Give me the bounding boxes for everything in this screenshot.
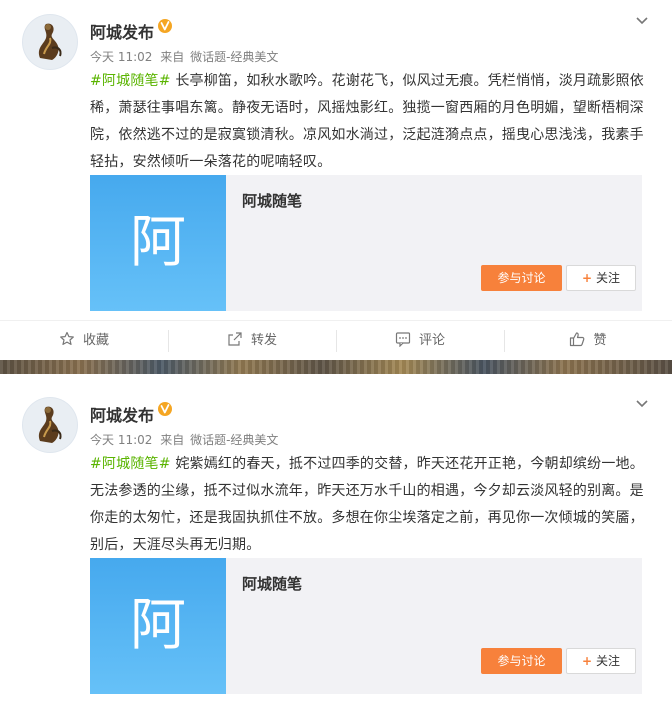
- comment-icon: [395, 332, 411, 348]
- thumbs-up-icon: [570, 332, 585, 347]
- chevron-down-icon[interactable]: [634, 12, 650, 28]
- post-text: #阿城随笔# 姹紫嫣红的春天，抵不过四季的交替，昨天还花开正艳，今朝却缤纷一地。…: [90, 451, 656, 559]
- join-discussion-button[interactable]: 参与讨论: [481, 648, 562, 674]
- avatar[interactable]: [22, 14, 78, 70]
- verified-icon: [157, 18, 173, 34]
- favorite-label: 收藏: [82, 333, 109, 348]
- source-prefix: 来自: [160, 433, 185, 447]
- username[interactable]: 阿城发布: [90, 402, 154, 426]
- chevron-down-icon[interactable]: [634, 395, 650, 411]
- like-button[interactable]: 赞: [504, 321, 672, 361]
- topic-thumbnail-char: 阿: [130, 593, 186, 658]
- action-bar: 收藏 转发 评论 赞: [0, 320, 672, 361]
- follow-button[interactable]: + 关注: [566, 648, 636, 674]
- plus-icon: +: [581, 271, 593, 285]
- comment-label: 评论: [418, 333, 445, 348]
- post-meta: 今天 11:02 来自 微话题-经典美文: [90, 431, 278, 448]
- post-text: #阿城随笔# 长亭柳笛，如秋水歌吟。花谢花飞，似风过无痕。凭栏悄悄，淡月疏影照依…: [90, 68, 656, 176]
- repost-label: 转发: [250, 333, 277, 348]
- follow-button[interactable]: + 关注: [566, 265, 636, 291]
- comment-button[interactable]: 评论: [336, 321, 504, 361]
- topic-thumbnail-char: 阿: [130, 210, 186, 275]
- post-time[interactable]: 今天 11:02: [90, 50, 152, 64]
- hashtag-link[interactable]: #阿城随笔#: [90, 456, 171, 472]
- weibo-post-2: 阿城发布 今天 11:02 来自 微话题-经典美文 #阿城随笔# 姹紫嫣红的春天…: [0, 383, 672, 703]
- post-source[interactable]: 微话题-经典美文: [190, 50, 278, 64]
- hashtag-link[interactable]: #阿城随笔#: [90, 73, 171, 89]
- post-body: 长亭柳笛，如秋水歌吟。花谢花飞，似风过无痕。凭栏悄悄，淡月疏影照依稀，萧瑟往事唱…: [90, 73, 644, 170]
- avatar[interactable]: [22, 397, 78, 453]
- verified-icon: [157, 401, 173, 417]
- plus-icon: +: [581, 654, 593, 668]
- post-meta: 今天 11:02 来自 微话题-经典美文: [90, 48, 278, 65]
- repost-button[interactable]: 转发: [168, 321, 336, 361]
- post-source[interactable]: 微话题-经典美文: [190, 433, 278, 447]
- post-time[interactable]: 今天 11:02: [90, 433, 152, 447]
- background-image-strip: [0, 360, 672, 374]
- source-prefix: 来自: [160, 50, 185, 64]
- join-discussion-button[interactable]: 参与讨论: [481, 265, 562, 291]
- topic-thumbnail[interactable]: 阿: [90, 558, 226, 694]
- topic-title[interactable]: 阿城随笔: [242, 190, 302, 211]
- topic-card[interactable]: 阿 阿城随笔 参与讨论 + 关注: [90, 558, 642, 694]
- follow-label: 关注: [596, 271, 621, 285]
- topic-title[interactable]: 阿城随笔: [242, 573, 302, 594]
- star-icon: [60, 331, 74, 345]
- topic-card[interactable]: 阿 阿城随笔 参与讨论 + 关注: [90, 175, 642, 311]
- share-icon: [228, 332, 242, 346]
- favorite-button[interactable]: 收藏: [0, 321, 168, 361]
- follow-label: 关注: [596, 654, 621, 668]
- like-label: 赞: [593, 333, 607, 348]
- post-body: 姹紫嫣红的春天，抵不过四季的交替，昨天还花开正艳，今朝却缤纷一地。无法参透的尘缘…: [90, 456, 644, 553]
- weibo-post-1: 阿城发布 今天 11:02 来自 微话题-经典美文 #阿城随笔# 长亭柳笛，如秋…: [0, 0, 672, 360]
- topic-thumbnail[interactable]: 阿: [90, 175, 226, 311]
- username[interactable]: 阿城发布: [90, 19, 154, 43]
